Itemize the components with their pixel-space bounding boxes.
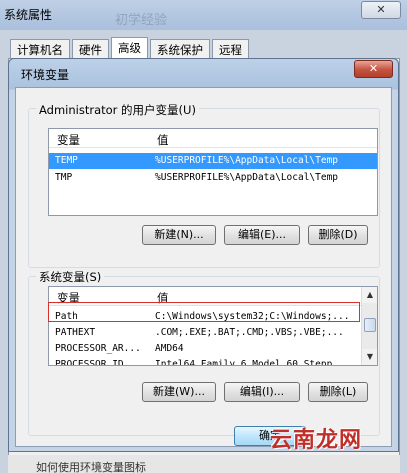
close-button[interactable]: ✕ bbox=[361, 1, 401, 19]
dialog-body: Administrator 的用户变量(U) 变量 值 TEMP %USERPR… bbox=[15, 87, 392, 447]
scroll-thumb[interactable] bbox=[364, 318, 376, 332]
tab-computer-name[interactable]: 计算机名 bbox=[10, 39, 70, 59]
variable-value: Intel64 Family 6 Model 60 Stepp... bbox=[155, 359, 350, 366]
scroll-down-icon[interactable]: ▼ bbox=[362, 349, 377, 365]
system-variables-list[interactable]: 变量 值 Path C:\Windows\system32;C:\Windows… bbox=[48, 286, 378, 366]
system-delete-button[interactable]: 删除(L) bbox=[308, 382, 368, 402]
table-row[interactable]: TEMP %USERPROFILE%\AppData\Local\Temp bbox=[49, 153, 377, 169]
ghost-title: 初学经验 bbox=[115, 13, 168, 28]
variable-value: %USERPROFILE%\AppData\Local\Temp bbox=[155, 172, 339, 183]
vertical-scrollbar[interactable]: ▲ ▼ bbox=[361, 287, 377, 365]
variable-name: TEMP bbox=[55, 155, 78, 166]
table-row[interactable]: PATHEXT .COM;.EXE;.BAT;.CMD;.VBS;.VBE;..… bbox=[49, 325, 377, 341]
variable-name: PROCESSOR_ID... bbox=[55, 359, 141, 366]
highlight-box bbox=[48, 302, 360, 322]
column-header-variable[interactable]: 变量 bbox=[57, 132, 80, 148]
user-variables-label: Administrator 的用户变量(U) bbox=[36, 102, 199, 118]
column-header-value[interactable]: 值 bbox=[157, 132, 169, 148]
table-row[interactable]: PROCESSOR_ID... Intel64 Family 6 Model 6… bbox=[49, 357, 377, 366]
system-properties-titlebar: 系统属性 初学经验 ✕ bbox=[0, 0, 407, 30]
dialog-title: 环境变量 bbox=[21, 68, 70, 82]
variable-value: AMD64 bbox=[155, 343, 184, 354]
system-edit-button[interactable]: 编辑(I)... bbox=[224, 382, 300, 402]
system-new-button[interactable]: 新建(W)... bbox=[142, 382, 216, 402]
tab-remote[interactable]: 远程 bbox=[212, 39, 249, 59]
list-header: 变量 值 bbox=[49, 129, 377, 148]
variable-name: PATHEXT bbox=[55, 327, 96, 338]
tab-hardware[interactable]: 硬件 bbox=[72, 39, 109, 59]
scroll-up-icon[interactable]: ▲ bbox=[362, 287, 377, 303]
table-row[interactable]: PROCESSOR_AR... AMD64 bbox=[49, 341, 377, 357]
variable-name: PROCESSOR_AR... bbox=[55, 343, 141, 354]
window-title: 系统属性 bbox=[4, 8, 53, 22]
environment-variables-dialog: 环境变量 ✕ Administrator 的用户变量(U) 变量 值 TEMP … bbox=[8, 58, 399, 452]
tab-advanced[interactable]: 高级 bbox=[111, 37, 148, 59]
watermark-text: 云南龙网 bbox=[270, 428, 363, 453]
user-variables-list[interactable]: 变量 值 TEMP %USERPROFILE%\AppData\Local\Te… bbox=[48, 128, 378, 216]
system-variables-label: 系统变量(S) bbox=[36, 269, 105, 285]
user-new-button[interactable]: 新建(N)... bbox=[142, 225, 216, 245]
variable-value: .COM;.EXE;.BAT;.CMD;.VBS;.VBE;... bbox=[155, 327, 344, 338]
tab-system-protection[interactable]: 系统保护 bbox=[150, 39, 210, 59]
dialog-close-button[interactable]: ✕ bbox=[354, 60, 393, 78]
user-edit-button[interactable]: 编辑(E)... bbox=[224, 225, 300, 245]
variable-value: %USERPROFILE%\AppData\Local\Temp bbox=[155, 155, 339, 166]
user-delete-button[interactable]: 删除(D) bbox=[308, 225, 368, 245]
bottom-text: 如何使用环境变量图标 bbox=[36, 461, 146, 473]
tab-strip: 计算机名 硬件 高级 系统保护 远程 bbox=[10, 37, 251, 59]
variable-name: TMP bbox=[55, 172, 73, 183]
table-row[interactable]: TMP %USERPROFILE%\AppData\Local\Temp bbox=[49, 170, 377, 186]
